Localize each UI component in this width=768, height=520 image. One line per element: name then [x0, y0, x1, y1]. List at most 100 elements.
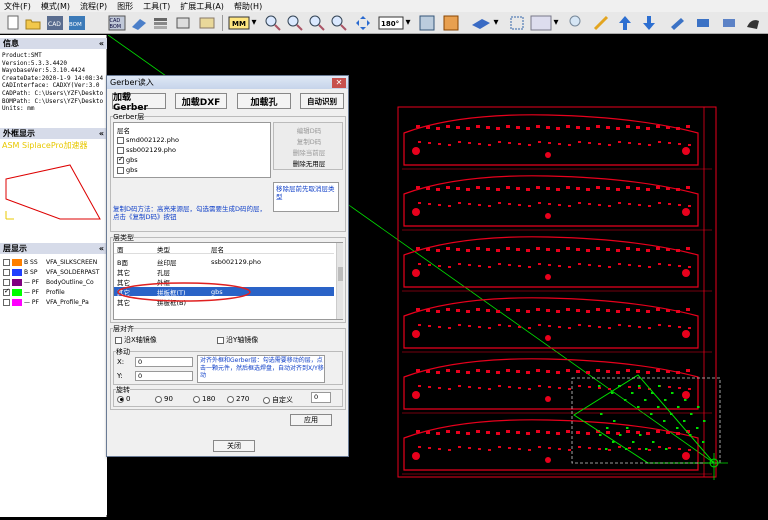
- zoom-window-icon[interactable]: [330, 14, 348, 31]
- auto-identify-button[interactable]: 自动识别: [300, 93, 344, 109]
- gerber-file-checkbox[interactable]: [117, 136, 124, 144]
- x-offset-input[interactable]: 0: [135, 357, 193, 367]
- zoom-in-icon[interactable]: [264, 14, 282, 31]
- gerber-file-checkbox[interactable]: [117, 146, 124, 154]
- menu-extended-tools[interactable]: 扩展工具(A): [180, 1, 224, 12]
- zoom-fit-icon[interactable]: [308, 14, 326, 31]
- cad-badge-icon[interactable]: CAD BOM: [108, 14, 126, 31]
- machine-icon[interactable]: [720, 14, 738, 31]
- arrow-down-icon[interactable]: [640, 14, 658, 31]
- unit-mm-button[interactable]: MM: [228, 14, 250, 31]
- layer-checkbox[interactable]: [3, 287, 10, 296]
- layer-row[interactable]: B SP VFA_SOLDERPAST: [3, 267, 99, 277]
- cad-import-icon[interactable]: CAD: [44, 14, 66, 31]
- gerber-file-item[interactable]: gbs: [117, 166, 138, 174]
- menu-mode[interactable]: 模式(M): [41, 1, 70, 12]
- bom-import-icon[interactable]: BOM: [66, 14, 88, 31]
- gerber-file-checkbox[interactable]: [117, 166, 124, 174]
- rotate-90-radio[interactable]: 90: [155, 395, 173, 403]
- mirror-y-checkbox[interactable]: 沿Y轴镜像: [217, 335, 258, 345]
- chevron-down-icon[interactable]: ▾: [492, 14, 500, 31]
- scrollbar-thumb[interactable]: [338, 267, 343, 281]
- pan-arrows-icon[interactable]: [354, 14, 372, 31]
- mirror-x-box[interactable]: [115, 336, 122, 344]
- layer-checkbox[interactable]: [3, 298, 10, 306]
- radio-270[interactable]: [227, 395, 234, 403]
- rotate-custom-radio[interactable]: 自定义: [263, 395, 293, 405]
- gerber-file-item[interactable]: smd002122.pho: [117, 136, 179, 144]
- custom-angle-input[interactable]: 0: [311, 392, 331, 403]
- layer-checkbox[interactable]: [3, 268, 10, 276]
- menu-help[interactable]: 帮助(H): [234, 1, 262, 12]
- chevron-down-icon[interactable]: ▾: [404, 14, 412, 31]
- hand-icon[interactable]: [744, 14, 762, 31]
- collapse-icon[interactable]: «: [99, 129, 104, 138]
- chevron-down-icon[interactable]: ▾: [250, 14, 258, 31]
- close-button[interactable]: 关闭: [213, 440, 255, 452]
- edit-dcode-action[interactable]: 编辑D码: [274, 125, 344, 135]
- menu-tools[interactable]: 工具(T): [143, 1, 170, 12]
- mirror-y-box[interactable]: [217, 336, 224, 344]
- radio-180[interactable]: [193, 395, 200, 403]
- convert-icon[interactable]: [198, 14, 216, 31]
- load-gerber-button[interactable]: 加载Gerber: [112, 93, 166, 113]
- rotate-180-radio[interactable]: 180: [193, 395, 215, 403]
- delete-current-layer-action[interactable]: 删除当前层: [274, 147, 344, 157]
- snap-grid-icon[interactable]: [530, 14, 552, 31]
- layer-select-icon[interactable]: [470, 14, 492, 31]
- grid-icon[interactable]: [418, 14, 436, 31]
- layer-row[interactable]: — PF VFA_Profile_Pa: [3, 297, 89, 307]
- collapse-icon[interactable]: «: [99, 39, 104, 48]
- apply-button[interactable]: 应用: [290, 414, 332, 426]
- rotate-270-radio[interactable]: 270: [227, 395, 249, 403]
- close-icon[interactable]: ✕: [332, 77, 346, 88]
- table-row[interactable]: 其它 孔层: [114, 267, 334, 277]
- arrow-up-icon[interactable]: [616, 14, 634, 31]
- load-hole-button[interactable]: 加载孔: [237, 93, 291, 109]
- gerber-file-checkbox[interactable]: [117, 155, 124, 164]
- menu-graphics[interactable]: 图形: [117, 1, 133, 12]
- feeder-icon[interactable]: [668, 14, 686, 31]
- layer-checkbox[interactable]: [3, 278, 10, 286]
- collapse-icon[interactable]: «: [99, 244, 104, 253]
- gerber-file-item[interactable]: gbs: [117, 155, 138, 164]
- y-offset-input[interactable]: 0: [135, 371, 193, 381]
- rotate-0-radio[interactable]: 0: [117, 395, 130, 403]
- radio-0[interactable]: [117, 395, 124, 403]
- menu-file[interactable]: 文件(F): [4, 1, 31, 12]
- pad: [426, 187, 430, 190]
- chevron-down-icon[interactable]: ▾: [552, 14, 560, 31]
- layer-row[interactable]: — PF BodyOutline_Co: [3, 277, 94, 287]
- radio-custom[interactable]: [263, 396, 270, 404]
- new-file-icon[interactable]: [4, 14, 22, 31]
- stamp-icon[interactable]: [130, 14, 148, 31]
- copy-dcode-action[interactable]: 复制D码: [274, 136, 344, 146]
- lightbulb-icon[interactable]: [566, 14, 584, 31]
- layer-row[interactable]: B SS VFA_SILKSCREEN: [3, 257, 97, 267]
- pad: [628, 203, 631, 205]
- delete-unused-layers-action[interactable]: 删除无用层: [274, 158, 344, 168]
- table-row[interactable]: B面 丝印层 ssb002129.pho: [114, 257, 334, 267]
- gerber-file-item[interactable]: ssb002129.pho: [117, 146, 176, 154]
- layer-row[interactable]: — PF Profile: [3, 287, 65, 297]
- load-dxf-button[interactable]: 加载DXF: [175, 93, 227, 109]
- pencil-icon[interactable]: [592, 14, 610, 31]
- layer-checkbox[interactable]: [3, 258, 10, 266]
- layers-icon[interactable]: [174, 14, 192, 31]
- mirror-x-checkbox[interactable]: 沿X轴镜像: [115, 335, 157, 345]
- zoom-out-icon[interactable]: [286, 14, 304, 31]
- select-box-icon[interactable]: [508, 14, 526, 31]
- export-icon[interactable]: [694, 14, 712, 31]
- pad: [656, 186, 660, 189]
- radio-90[interactable]: [155, 395, 162, 403]
- open-folder-icon[interactable]: [24, 14, 42, 31]
- rotate-180-button[interactable]: 180°: [378, 14, 404, 31]
- pad: [526, 371, 530, 374]
- pad: [566, 125, 570, 128]
- table-scrollbar[interactable]: [336, 243, 343, 319]
- menu-flow[interactable]: 流程(P): [80, 1, 107, 12]
- pad: [448, 388, 451, 390]
- pad: [688, 266, 691, 268]
- stack-icon[interactable]: [152, 14, 170, 31]
- pcb-icon[interactable]: [442, 14, 460, 31]
